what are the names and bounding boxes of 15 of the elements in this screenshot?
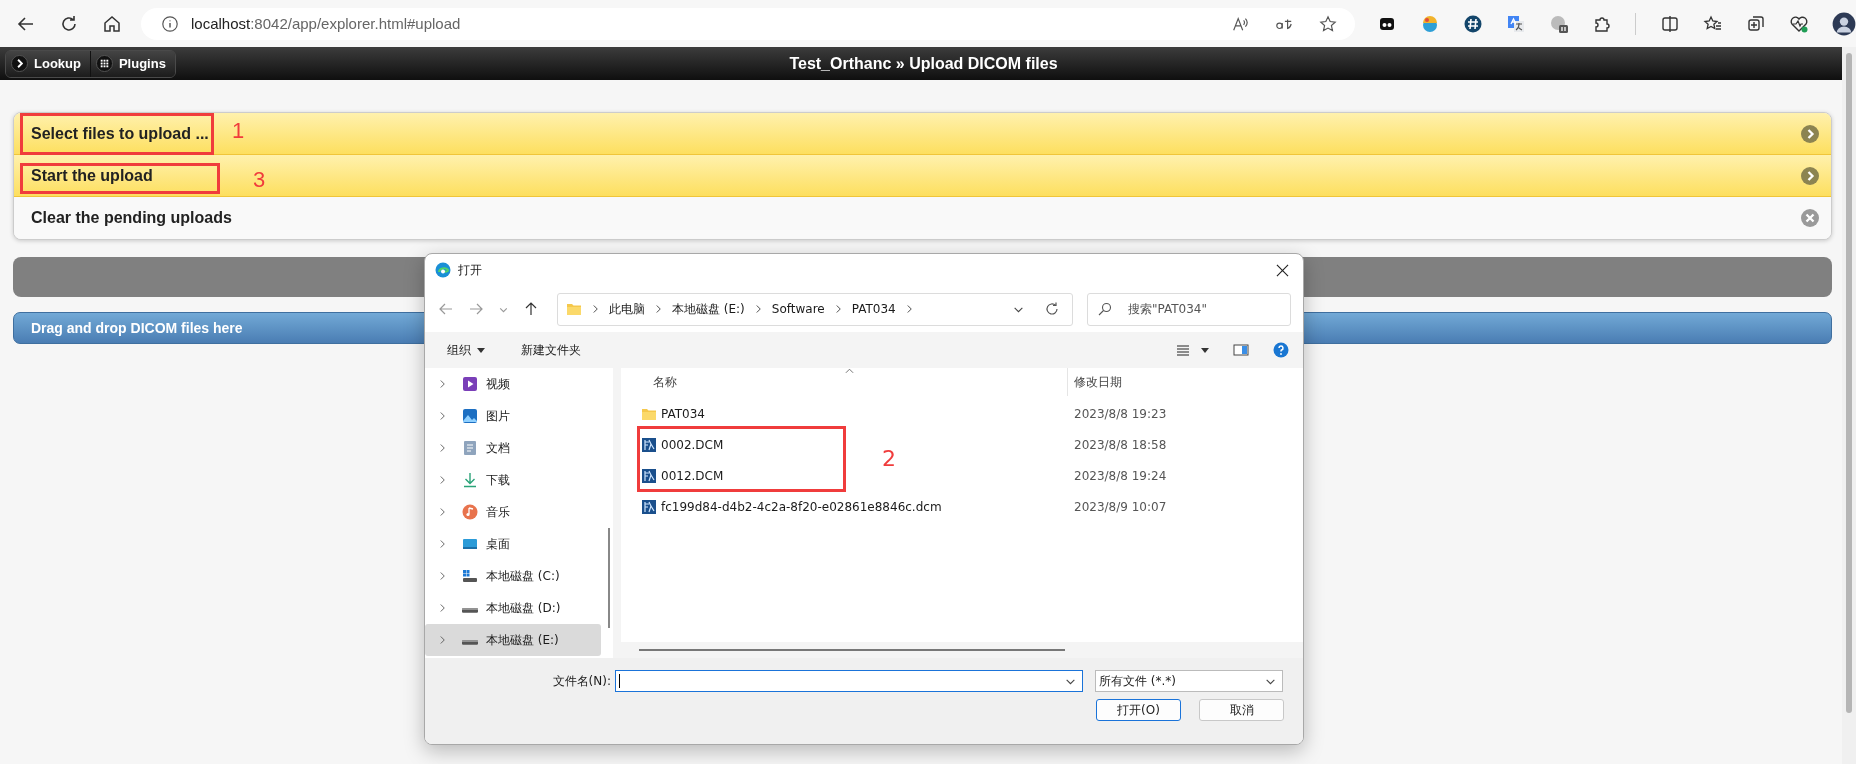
file-name: 0002.DCM — [661, 437, 724, 452]
file-name: PAT034 — [661, 406, 705, 421]
annotation-number: 1 — [232, 118, 245, 144]
url-text: localhost:8042/app/explorer.html#upload — [191, 15, 461, 32]
file-name: 0012.DCM — [661, 468, 724, 483]
file-date: 2023/8/8 19:24 — [1073, 468, 1167, 483]
annotation-number: 2 — [882, 446, 896, 471]
file-date: 2023/8/9 10:07 — [1073, 499, 1167, 514]
file-name-label: 文件名(N): — [551, 672, 612, 690]
annotation-number: 3 — [253, 167, 266, 193]
page-title: Test_Orthanc » Upload DICOM files — [789, 54, 1058, 73]
dialog-title: 打开 — [458, 261, 482, 279]
file-date: 2023/8/8 18:58 — [1073, 437, 1167, 452]
file-name: fc199d84-d4b2-4c2a-8f20-e02861e8846c.dcm — [661, 499, 942, 514]
file-date: 2023/8/8 19:23 — [1073, 406, 1167, 421]
